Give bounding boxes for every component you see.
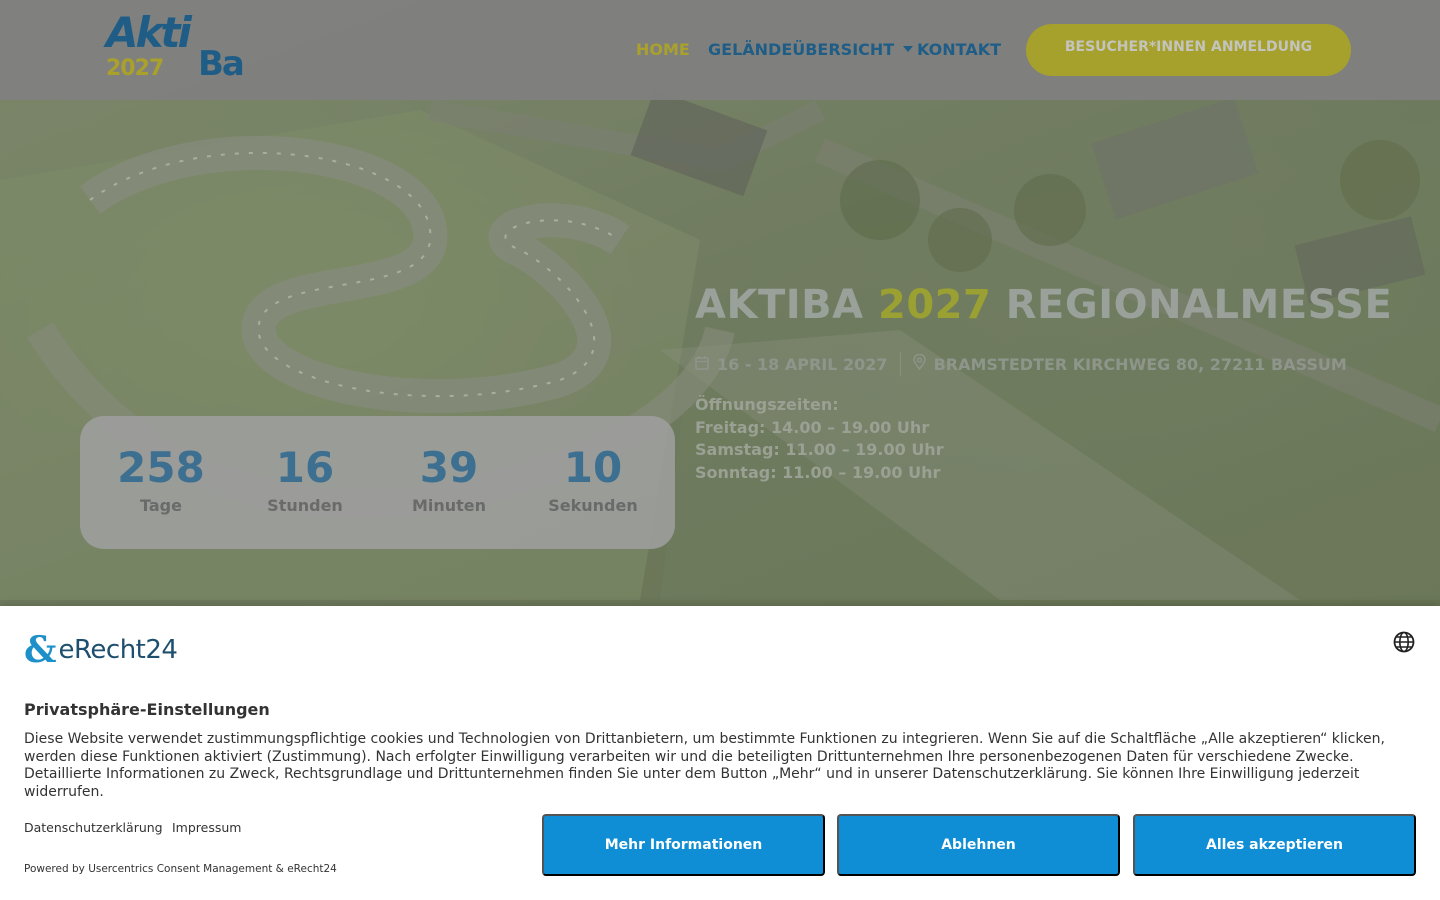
visitor-registration-label: Besucher*innen Anmeldung bbox=[1064, 39, 1313, 55]
title-year: 2027 bbox=[878, 282, 992, 328]
event-meta: 16 - 18 April 2027 Bramstedter Kirchweg … bbox=[695, 352, 1347, 376]
opening-hours-saturday: Samstag: 11.00 – 19.00 Uhr bbox=[695, 440, 944, 460]
nav-kontakt-label: Kontakt bbox=[917, 39, 1002, 59]
opening-hours-sunday: Sonntag: 11.00 – 19.00 Uhr bbox=[695, 463, 941, 483]
erecht24-logo: & eRecht24 bbox=[24, 629, 178, 671]
countdown-hours-label: Stunden bbox=[267, 496, 343, 515]
countdown-days-label: Tage bbox=[140, 496, 182, 515]
logo-text-akti: Akti bbox=[106, 8, 192, 57]
logo-text-ba: Ba bbox=[198, 44, 245, 84]
countdown-seconds-value: 10 bbox=[563, 443, 623, 492]
countdown-seconds-label: Sekunden bbox=[548, 496, 638, 515]
meta-divider bbox=[899, 352, 901, 376]
event-address: Bramstedter Kirchweg 80, 27211 Bassum bbox=[933, 354, 1347, 374]
cookie-consent-banner: & eRecht24 Privatsphäre-Einstellungen Di… bbox=[0, 606, 1440, 900]
countdown-days-value: 258 bbox=[117, 443, 205, 492]
title-prefix: AKTIBA bbox=[695, 282, 878, 328]
accept-all-button[interactable]: Alles akzeptieren bbox=[1133, 814, 1416, 876]
nav-gelaendeuebersicht-label: Geländeübersicht bbox=[708, 39, 895, 59]
aktiba-logo[interactable]: Akti 2027 Ba bbox=[106, 8, 270, 84]
site-header: Akti 2027 Ba Home Geländeübersicht Konta… bbox=[0, 0, 1440, 100]
page-title: AKTIBA 2027 REGIONALMESSE bbox=[695, 282, 1392, 328]
opening-hours: Öffnungszeiten: Freitag: 14.00 – 19.00 U… bbox=[695, 394, 944, 485]
nav-gelaendeuebersicht[interactable]: Geländeübersicht bbox=[708, 38, 914, 60]
chevron-down-icon bbox=[903, 46, 914, 52]
countdown-timer: 258 Tage 16 Stunden 39 Minuten 10 Sekund… bbox=[80, 416, 675, 549]
countdown-hours: 16 Stunden bbox=[235, 443, 375, 516]
calendar-icon bbox=[695, 355, 709, 374]
decline-button[interactable]: Ablehnen bbox=[837, 814, 1120, 876]
title-suffix: REGIONALMESSE bbox=[991, 282, 1393, 328]
consent-description: Diese Website verwendet zustimmungspflic… bbox=[24, 731, 1385, 801]
countdown-seconds: 10 Sekunden bbox=[523, 443, 663, 516]
language-globe-icon[interactable] bbox=[1393, 631, 1415, 653]
opening-hours-friday: Freitag: 14.00 – 19.00 Uhr bbox=[695, 417, 930, 437]
powered-by-text: Powered by Usercentrics Consent Manageme… bbox=[24, 863, 337, 875]
privacy-policy-link[interactable]: Datenschutzerklärung bbox=[24, 820, 163, 835]
countdown-minutes-value: 39 bbox=[419, 443, 479, 492]
consent-title: Privatsphäre-Einstellungen bbox=[24, 700, 270, 719]
logo-text-year: 2027 bbox=[106, 56, 164, 81]
opening-hours-heading: Öffnungszeiten: bbox=[695, 395, 839, 414]
countdown-days: 258 Tage bbox=[91, 443, 231, 516]
countdown-hours-value: 16 bbox=[275, 443, 335, 492]
erecht24-mark-icon: & bbox=[24, 629, 57, 671]
event-date: 16 - 18 April 2027 bbox=[717, 354, 888, 374]
countdown-minutes-label: Minuten bbox=[411, 496, 487, 515]
nav-home[interactable]: Home bbox=[636, 38, 690, 60]
nav-kontakt[interactable]: Kontakt bbox=[917, 38, 1001, 60]
visitor-registration-button[interactable]: Besucher*innen Anmeldung bbox=[1026, 24, 1351, 76]
more-information-button[interactable]: Mehr Informationen bbox=[542, 814, 825, 876]
imprint-link[interactable]: Impressum bbox=[172, 820, 241, 835]
nav-home-label: Home bbox=[636, 39, 690, 59]
countdown-minutes: 39 Minuten bbox=[379, 443, 519, 516]
erecht24-logo-text: eRecht24 bbox=[58, 635, 178, 665]
location-pin-icon bbox=[912, 353, 926, 374]
